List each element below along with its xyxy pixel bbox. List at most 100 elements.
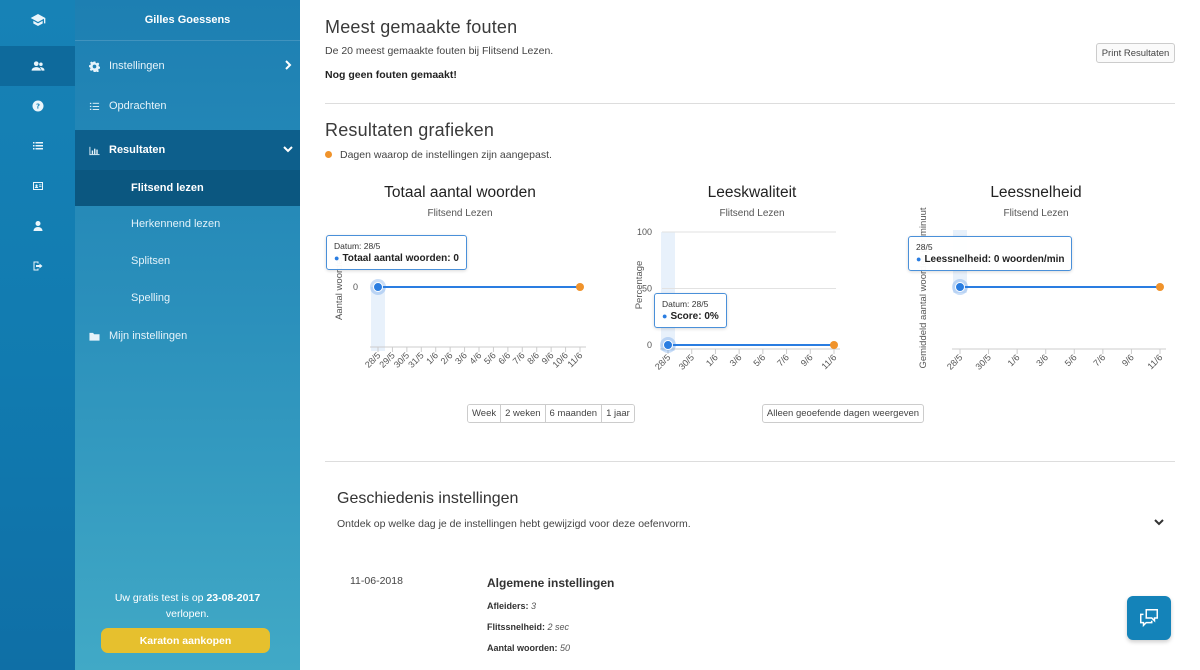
y-tick-label: 100 [637,227,652,237]
gear-icon [87,59,101,73]
users-icon[interactable] [0,46,75,86]
x-tick-label: 5/6 [482,350,498,366]
sidebar: Gilles Goessens Instellingen Opdrachten … [75,0,300,670]
history-description: Ontdek op welke dag je de instellingen h… [337,518,691,530]
x-tick-label: 7/6 [511,350,527,366]
y-tick-label: 0 [353,282,358,292]
sidebar-subitem-flitsend-lezen[interactable]: Flitsend lezen [75,170,300,206]
chart-tooltip: 28/5 ● Leessnelheid: 0 woorden/min [908,236,1073,271]
settings-changed-point [830,341,838,349]
sidebar-subitem-splitsen[interactable]: Splitsen [75,243,300,279]
tooltip-date: Datum: 28/5 [334,241,381,251]
divider [325,461,1175,462]
main-content: Meest gemaakte fouten De 20 meest gemaak… [300,0,1200,670]
trial-notice: Uw gratis test is op 23-08-2017 verlopen… [75,590,300,622]
chart-subtitle: Flitsend Lezen [427,208,493,219]
divider [325,103,1175,104]
history-title: Geschiedenis instellingen [337,490,519,507]
y-axis-label: Percentage [634,261,645,310]
sidebar-subitem-spelling[interactable]: Spelling [75,280,300,316]
history-heading: Algemene instellingen [487,576,615,590]
x-tick-label: 9/6 [799,352,815,368]
history-row: Aantal woorden: 50 [487,643,570,653]
tooltip-value: Score: 0% [670,311,719,322]
chat-button[interactable] [1127,596,1171,640]
sidebar-item-opdrachten[interactable]: Opdrachten [75,86,300,126]
svg-text:?: ? [35,103,39,111]
range-6-months-button[interactable]: 6 maanden [545,405,603,422]
sidebar-item-resultaten[interactable]: Resultaten [75,130,300,170]
range-1-year-button[interactable]: 1 jaar [602,405,634,422]
range-selector: Week 2 weken 6 maanden 1 jaar [467,404,635,423]
user-icon[interactable] [0,206,75,246]
history-row: Afleiders: 3 [487,601,536,611]
sidebar-item-instellingen[interactable]: Instellingen [75,46,300,86]
history-row: Flitssnelheid: 2 sec [487,622,569,632]
x-tick-label: 2/6 [439,350,455,366]
x-tick-label: 3/6 [728,352,744,368]
x-tick-label: 6/6 [496,350,512,366]
x-tick-label: 7/6 [1091,352,1107,368]
question-icon[interactable]: ? [0,86,75,126]
y-axis-label: Gemiddeld aantal woorden per minuut [918,207,929,368]
data-point [373,282,383,292]
icon-rail: ? [0,0,75,670]
id-card-icon[interactable] [0,166,75,206]
tooltip-dot-icon: ● [916,254,922,264]
x-tick-label: 1/6 [1006,352,1022,368]
trial-suffix: verlopen. [165,608,210,620]
errors-empty-message: Nog geen fouten gemaakt! [325,69,457,81]
history-row-value: 2 sec [547,622,570,632]
history-row-label: Flitssnelheid: [487,622,546,632]
chevron-right-icon [282,59,294,71]
settings-changed-point [1156,283,1164,291]
folder-icon [87,329,101,343]
history-row-value: 3 [531,601,537,611]
chart-reading-speed: Gemiddeld aantal woorden per minuut 28/5 3… [918,207,1166,372]
buy-button[interactable]: Karaton aankopen [101,628,270,653]
x-tick-label: 30/5 [677,352,696,371]
hover-band [371,287,385,351]
x-tick-label: 1/6 [424,350,440,366]
chart-title: Leeskwaliteit [707,184,797,201]
sign-out-icon[interactable] [0,246,75,286]
graphs-title: Resultaten grafieken [325,120,495,140]
list-icon[interactable] [0,126,75,166]
history-row-label: Afleiders: [487,601,529,611]
sidebar-item-label: Instellingen [109,60,165,72]
x-tick-label: 1/6 [704,352,720,368]
x-tick-label: 5/6 [1063,352,1079,368]
range-2-weeks-button[interactable]: 2 weken [501,405,546,422]
sidebar-item-label: Resultaten [109,144,166,156]
x-tick-label: 28/5 [653,352,672,371]
x-tick-label: 28/5 [945,352,964,371]
data-point [663,340,673,350]
chevron-down-icon[interactable] [1153,515,1165,527]
settings-legend-label: Dagen waarop de instellingen zijn aangep… [340,149,552,161]
errors-description: De 20 meest gemaakte fouten bij Flitsend… [325,45,554,57]
errors-title: Meest gemaakte fouten [325,17,518,37]
sidebar-item-label: Mijn instellingen [109,330,188,342]
sidebar-item-mijn-instellingen[interactable]: Mijn instellingen [75,316,300,356]
x-tick-label: 8/6 [525,350,541,366]
sidebar-item-label: Opdrachten [109,100,167,112]
print-results-button[interactable]: Print Resultaten [1096,43,1175,63]
user-name[interactable]: Gilles Goessens [75,0,300,41]
practiced-days-button[interactable]: Alleen geoefende dagen weergeven [762,404,924,423]
history-date: 11-06-2018 [350,575,403,587]
tooltip-dot-icon: ● [334,253,340,263]
trial-date: 23-08-2017 [206,592,261,604]
x-tick-label: 9/6 [1120,352,1136,368]
x-tick-label: 11/6 [1145,352,1164,371]
x-tick-label: 30/5 [974,352,993,371]
x-tick-label: 7/6 [775,352,791,368]
tooltip-date: 28/5 [916,242,933,252]
graduation-cap-icon[interactable] [0,0,75,40]
bar-chart-icon [87,143,101,157]
range-week-button[interactable]: Week [468,405,502,422]
history-row-value: 50 [560,643,571,653]
sidebar-subitem-herkennend-lezen[interactable]: Herkennend lezen [75,206,300,242]
x-tick-label: 11/6 [565,350,584,369]
tooltip-date: Datum: 28/5 [662,299,709,309]
data-point [955,282,965,292]
